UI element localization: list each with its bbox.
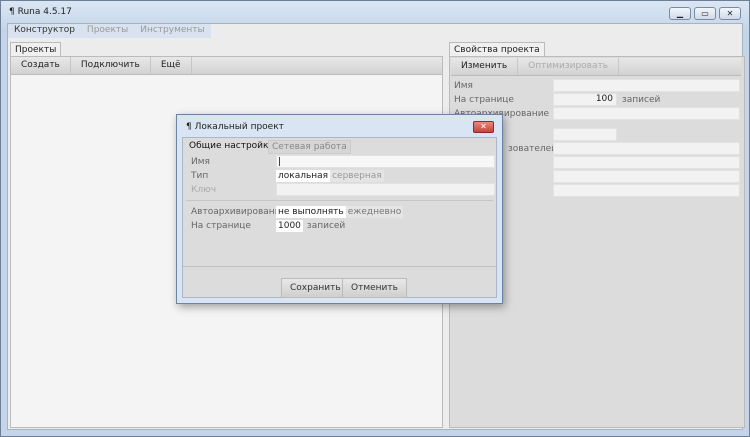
- menu-projects[interactable]: Проекты: [81, 24, 134, 38]
- tab-general-settings[interactable]: Общие настройки: [186, 140, 277, 152]
- name-label: Имя: [191, 157, 210, 167]
- name-input[interactable]: [276, 155, 495, 168]
- title-text: Runa 4.5.17: [17, 7, 72, 17]
- prop-field-5: [553, 184, 740, 197]
- type-label: Тип: [191, 171, 209, 181]
- window-title: ¶ Runa 4.5.17: [9, 7, 72, 17]
- prop-per-page-field: 100: [553, 93, 617, 106]
- properties-toolbar: Изменить Оптимизировать: [451, 58, 741, 76]
- prop-field-4: [553, 170, 740, 183]
- per-page-label: На странице: [191, 221, 251, 231]
- autoarchive-never-option[interactable]: не выполнять: [276, 206, 346, 218]
- key-input[interactable]: [276, 183, 495, 196]
- footer-divider: [183, 266, 496, 267]
- tab-project-properties[interactable]: Свойства проекта: [449, 42, 545, 57]
- create-button[interactable]: Создать: [11, 57, 71, 74]
- key-label: Ключ: [191, 185, 217, 195]
- divider: [186, 200, 493, 201]
- dialog-body: Общие настройки Сетевая работа Имя Тип л…: [182, 137, 497, 298]
- minimize-button[interactable]: ▁: [669, 7, 691, 20]
- type-local-option[interactable]: локальная: [276, 170, 331, 182]
- autoarchive-label: Автоархивирование: [191, 207, 287, 217]
- prop-autoarchive-field: [553, 107, 740, 120]
- type-server-option[interactable]: серверная: [330, 170, 384, 182]
- menu-bar: Конструктор Проекты Инструменты: [8, 24, 211, 38]
- projects-toolbar: Создать Подключить Ещё: [11, 57, 442, 75]
- tab-network[interactable]: Сетевая работа: [268, 140, 351, 154]
- close-button[interactable]: ✕: [719, 7, 741, 20]
- save-button[interactable]: Сохранить: [281, 278, 350, 298]
- dialog-title: ¶ Локальный проект: [186, 122, 284, 132]
- prop-field-2: [553, 142, 740, 155]
- per-page-input[interactable]: 1000: [276, 220, 303, 232]
- tab-projects[interactable]: Проекты: [10, 42, 62, 57]
- prop-per-page-label: На странице: [454, 95, 514, 105]
- autoarchive-daily-option[interactable]: ежедневно: [345, 206, 404, 218]
- autoarchive-toggle: не выполнять ежедневно: [276, 205, 404, 219]
- prop-per-page-unit: записей: [622, 95, 661, 105]
- per-page-row: 1000 записей: [276, 219, 345, 233]
- prop-field-3: [553, 156, 740, 169]
- prop-field-1: [553, 128, 617, 141]
- dialog-title-text: Локальный проект: [194, 122, 284, 132]
- local-project-dialog: ¶ Локальный проект ✕ Общие настройки Сет…: [176, 114, 503, 304]
- type-toggle: локальная серверная: [276, 169, 384, 183]
- connect-button[interactable]: Подключить: [71, 57, 151, 74]
- edit-button[interactable]: Изменить: [451, 58, 519, 75]
- menu-tools[interactable]: Инструменты: [134, 24, 210, 38]
- menu-constructor[interactable]: Конструктор: [8, 24, 81, 38]
- dialog-close-button[interactable]: ✕: [473, 121, 494, 133]
- prop-name-field: [553, 79, 740, 92]
- more-button[interactable]: Ещё: [151, 57, 192, 74]
- optimize-button[interactable]: Оптимизировать: [518, 58, 620, 75]
- maximize-button[interactable]: ▭: [694, 7, 716, 20]
- prop-name-label: Имя: [454, 81, 473, 91]
- cancel-button[interactable]: Отменить: [342, 278, 407, 298]
- per-page-unit: записей: [306, 221, 346, 231]
- prop-users-label: зователей: [508, 144, 558, 154]
